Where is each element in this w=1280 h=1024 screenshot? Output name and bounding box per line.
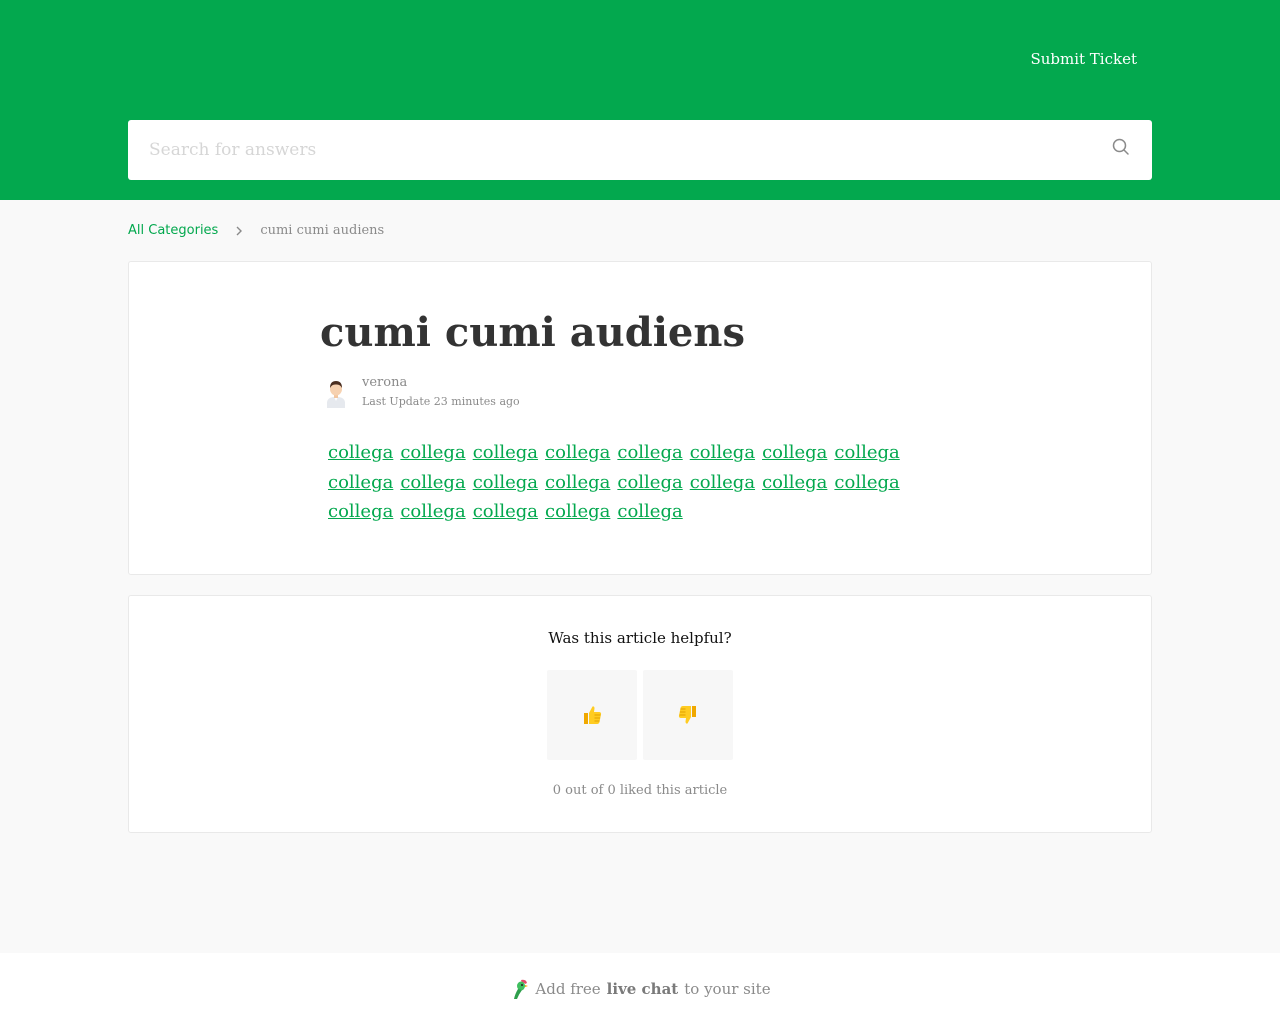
parrot-icon [509,977,531,1001]
article-link[interactable]: collega [690,442,755,463]
author-name[interactable]: verona [362,374,407,392]
search-icon[interactable] [1111,137,1131,157]
article-link[interactable]: collega [400,472,465,493]
article-link[interactable]: collega [400,501,465,522]
article-link[interactable]: collega [617,442,682,463]
article-link[interactable]: collega [617,501,682,522]
article-link[interactable]: collega [328,472,393,493]
author-avatar [324,378,348,408]
article-link[interactable]: collega [473,501,538,522]
article-link[interactable]: collega [834,472,899,493]
article-link[interactable]: collega [473,472,538,493]
article-body: collega collega collega collega collega colle… [328,438,928,527]
article-title: cumi cumi audiens [320,309,745,356]
footer-suffix: to your site [684,980,771,998]
breadcrumb: All Categories cumi cumi audiens [128,221,384,241]
article-link[interactable]: collega [690,472,755,493]
footer-bold: live chat [606,980,679,998]
last-update: Last Update 23 minutes ago [362,395,520,408]
feedback-question: Was this article helpful? [548,629,732,647]
article-link[interactable]: collega [762,472,827,493]
chevron-right-icon [232,224,246,238]
feedback-card: Was this article helpful? 0 out of 0 lik… [128,595,1152,833]
header-bar: Submit Ticket [0,0,1280,200]
article-link[interactable]: collega [834,442,899,463]
article-link[interactable]: collega [473,442,538,463]
article-link[interactable]: collega [545,501,610,522]
article-link[interactable]: collega [617,472,682,493]
article-link[interactable]: collega [762,442,827,463]
footer: Add free live chat to your site [0,953,1280,1024]
thumbs-down-button[interactable] [643,670,733,760]
breadcrumb-current: cumi cumi audiens [260,223,385,238]
article-link[interactable]: collega [400,442,465,463]
thumbs-up-icon [584,706,602,724]
article-link[interactable]: collega [328,442,393,463]
article-link[interactable]: collega [328,501,393,522]
article-link[interactable]: collega [545,472,610,493]
likes-count: 0 out of 0 liked this article [552,783,728,798]
footer-prefix: Add free [535,980,601,998]
search-box [128,120,1152,180]
search-input[interactable] [128,120,1088,180]
thumbs-up-button[interactable] [547,670,637,760]
thumbs-down-icon [678,706,696,724]
article-card: cumi cumi audiens verona Last Update 23 … [128,261,1152,575]
live-chat-promo-link[interactable]: Add free live chat to your site [0,977,1280,1001]
article-link[interactable]: collega [545,442,610,463]
breadcrumb-all-categories[interactable]: All Categories [128,221,218,241]
submit-ticket-link[interactable]: Submit Ticket [1030,49,1137,69]
